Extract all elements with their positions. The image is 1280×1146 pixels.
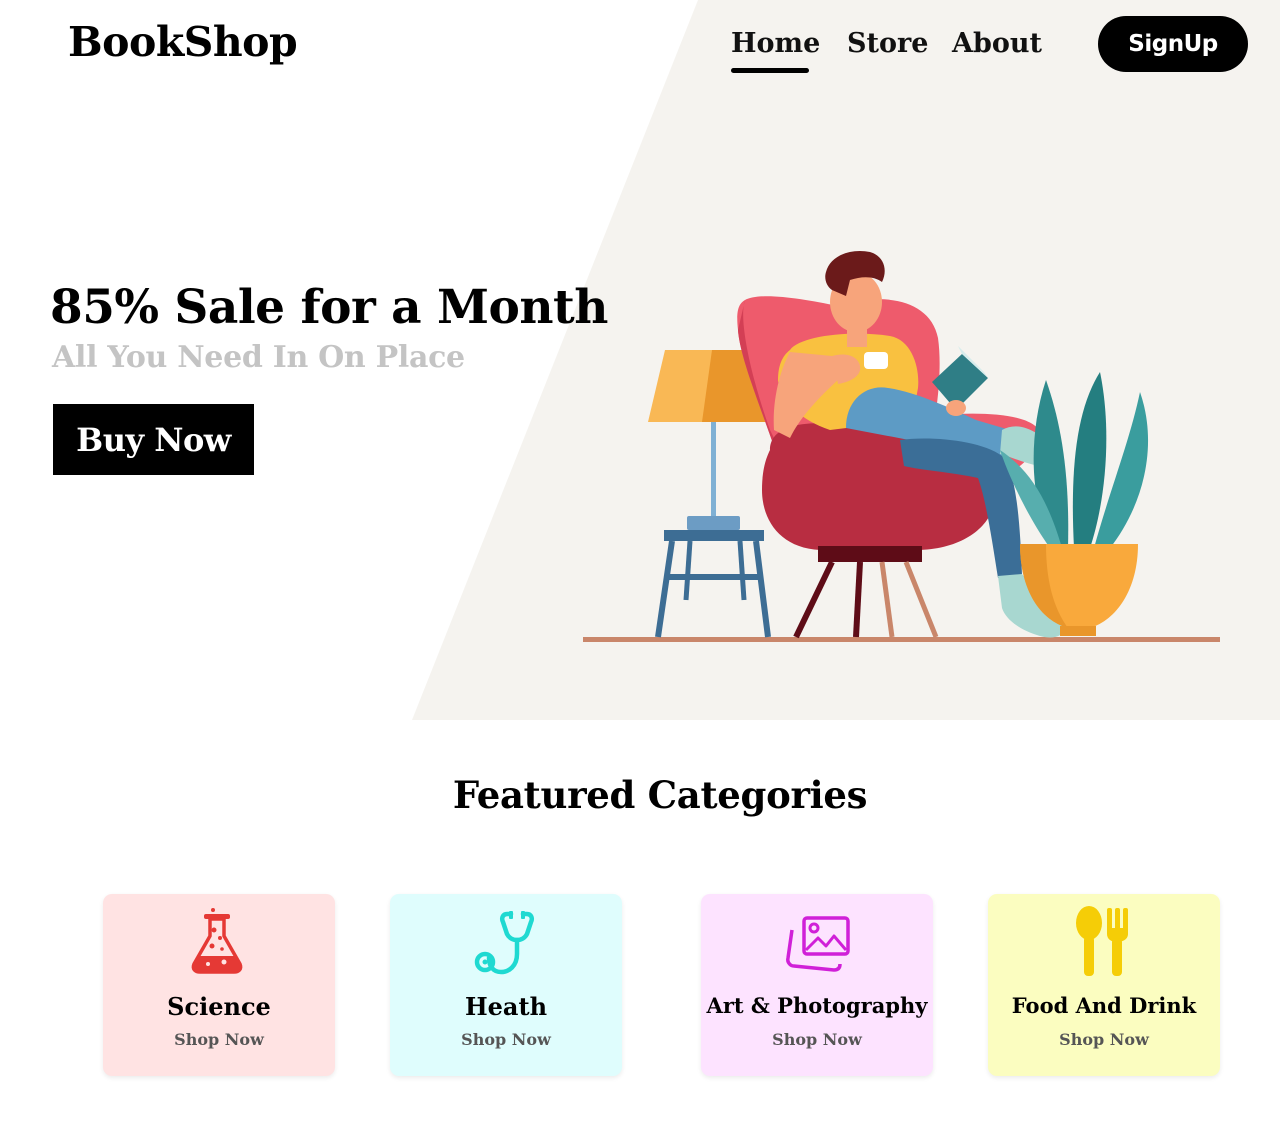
images-icon [786,916,850,972]
category-name: Science [167,992,271,1021]
hero-subtitle: All You Need In On Place [52,340,465,375]
stethoscope-icon [474,911,535,975]
category-name: Heath [464,992,548,1021]
nav-active-indicator [731,68,809,73]
brand-logo[interactable]: BookShop [68,18,298,66]
hero-title: 85% Sale for a Month [50,280,608,335]
buy-now-button[interactable]: Buy Now [53,404,254,475]
nav-about[interactable]: About [952,28,1042,59]
shop-now-link[interactable]: Shop Now [988,1030,1220,1049]
spoon-fork-icon [1076,906,1128,976]
shop-now-link[interactable]: Shop Now [390,1030,622,1049]
category-card-food-drink[interactable]: Food And Drink Shop Now [988,894,1220,1076]
shop-now-link[interactable]: Shop Now [103,1030,335,1049]
shop-now-link[interactable]: Shop Now [701,1030,933,1049]
category-name: Art & Photography [706,993,928,1018]
category-card-health[interactable]: Heath Shop Now [390,894,622,1076]
reading-man-illustration [583,250,1220,642]
signup-button[interactable]: SignUp [1098,16,1248,72]
category-card-science[interactable]: Science Shop Now [103,894,335,1076]
category-card-art-photography[interactable]: Art & Photography Shop Now [701,894,933,1076]
flask-icon [191,908,243,974]
nav-store[interactable]: Store [847,28,928,59]
nav-home[interactable]: Home [731,28,820,59]
featured-categories-title: Featured Categories [452,773,868,817]
category-name: Food And Drink [1011,993,1197,1018]
